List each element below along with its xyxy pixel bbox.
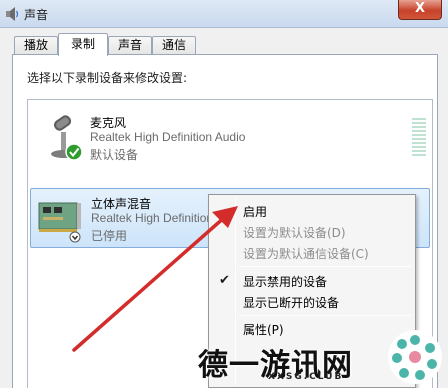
menu-separator	[239, 266, 411, 267]
device-name: 麦克风	[90, 116, 127, 130]
microphone-icon	[51, 115, 83, 161]
menu-item-show-disabled[interactable]: 显示禁用的设备	[243, 273, 327, 290]
menu-item-set-default-comm[interactable]: 设置为默认通信设备(C)	[243, 245, 369, 262]
device-status: 已停用	[91, 229, 128, 243]
menu-item-set-default[interactable]: 设置为默认设备(D)	[243, 224, 346, 241]
menu-item-enable[interactable]: 启用	[243, 203, 267, 220]
device-driver: Realtek High Definition Audio	[90, 130, 246, 144]
instruction-text: 选择以下录制设备来修改设置:	[27, 71, 188, 85]
sound-card-icon	[38, 202, 81, 243]
device-name: 立体声混音	[91, 197, 152, 211]
speaker-icon	[6, 7, 19, 21]
title-bar: 声音 X	[0, 0, 448, 28]
tab-sounds[interactable]: 声音	[108, 36, 152, 55]
watermark-logo-icon	[388, 330, 442, 384]
device-status: 默认设备	[90, 148, 139, 162]
level-meter	[412, 118, 426, 158]
close-button[interactable]: X	[398, 0, 442, 20]
menu-separator	[239, 315, 411, 316]
device-item-microphone[interactable]: 麦克风 Realtek High Definition Audio 默认设备	[30, 106, 430, 166]
tab-playback[interactable]: 播放	[14, 36, 58, 55]
tab-recording[interactable]: 录制	[58, 33, 108, 56]
menu-item-properties[interactable]: 属性(P)	[243, 321, 284, 338]
window-title: 声音	[24, 8, 49, 22]
checkmark-icon: ✔	[219, 273, 230, 288]
menu-item-show-disconnected[interactable]: 显示已断开的设备	[243, 294, 339, 311]
watermark-subtext: XXSG.CLUB	[268, 372, 344, 382]
tab-communications[interactable]: 通信	[152, 36, 196, 55]
